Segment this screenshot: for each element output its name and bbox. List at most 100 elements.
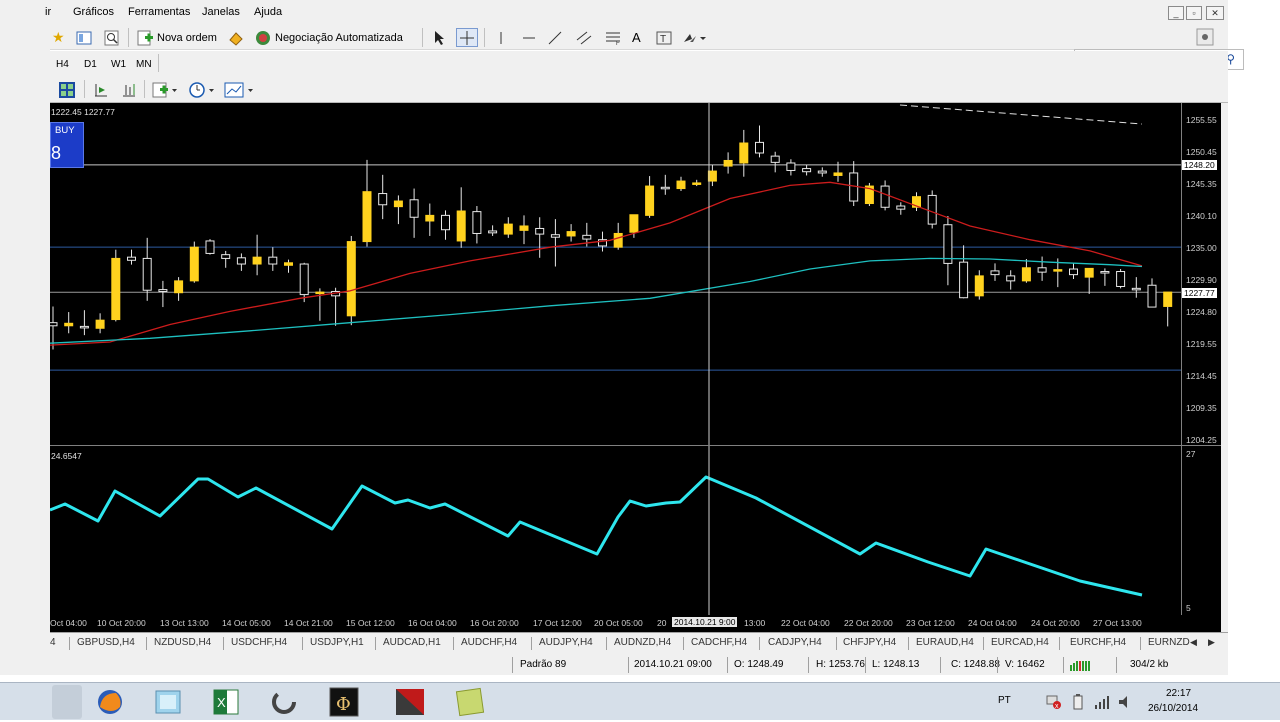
community-icon[interactable]: [1196, 27, 1214, 46]
status-profile[interactable]: Padrão 89: [520, 659, 566, 670]
candle-body: [488, 230, 498, 234]
close-button[interactable]: ✕: [1206, 6, 1224, 20]
tab-audjpy[interactable]: AUDJPY,H4: [539, 637, 593, 648]
candle-body: [770, 155, 780, 163]
templates-dropdown-icon[interactable]: [224, 80, 256, 99]
signal-icon[interactable]: [1094, 694, 1110, 710]
right-desktop-area: [1228, 0, 1280, 682]
candle-body: [315, 291, 325, 295]
candle-body: [1116, 271, 1126, 287]
cursor-tool-icon[interactable]: [432, 28, 446, 47]
autoscroll-icon[interactable]: [120, 80, 138, 99]
menu-item-window[interactable]: Janelas: [202, 6, 240, 18]
toolbar-separator: [128, 28, 129, 47]
tile-windows-icon[interactable]: [58, 80, 76, 99]
taskbar-edge-button[interactable]: [52, 685, 82, 719]
candle-body: [441, 214, 450, 231]
minimize-button[interactable]: _: [1168, 6, 1184, 20]
tab-usdchf[interactable]: USDCHF,H4: [231, 637, 287, 648]
clock-date[interactable]: 26/10/2014: [1148, 703, 1198, 714]
toolbar-separator: [422, 28, 423, 47]
time-label: 22 Oct 20:00: [844, 618, 893, 628]
status-low: L: 1248.13: [872, 659, 920, 670]
new-order-label: Nova ordem: [157, 31, 217, 44]
tab-scroll-left-icon[interactable]: ◀: [1190, 637, 1197, 648]
price-chart[interactable]: 1222.45 1227.77: [50, 103, 1181, 445]
price-axis[interactable]: 1255.55 1250.45 1248.20 1245.35 1240.10 …: [1181, 103, 1221, 445]
favorites-icon[interactable]: ★: [52, 28, 65, 47]
firefox-icon[interactable]: [82, 685, 138, 719]
tab-usdjpy[interactable]: USDJPY,H1: [310, 637, 364, 648]
right-scroll-edge: [1221, 103, 1228, 632]
language-indicator[interactable]: PT: [998, 695, 1011, 706]
candle-body: [378, 193, 388, 206]
equidistant-channel-icon[interactable]: [576, 28, 592, 47]
navigator-icon[interactable]: [76, 28, 92, 47]
meta-editor-icon[interactable]: [228, 28, 244, 47]
file-explorer-icon[interactable]: [140, 685, 196, 719]
auto-trading-button[interactable]: Negociação Automatizada: [255, 28, 403, 47]
timeframe-mn[interactable]: MN: [136, 55, 152, 74]
status-separator: [808, 657, 809, 673]
tab-eurnzd[interactable]: EURNZD: [1148, 637, 1190, 648]
candle-body: [707, 170, 717, 182]
timeframe-d1[interactable]: D1: [84, 55, 97, 74]
arrows-dropdown-icon[interactable]: [682, 28, 706, 47]
indicator-axis[interactable]: 27 5: [1181, 445, 1221, 615]
tab-eurchf[interactable]: EURCHF,H4: [1070, 637, 1126, 648]
new-order-button[interactable]: Nova ordem: [137, 28, 217, 47]
notes-app-icon[interactable]: [442, 685, 498, 719]
timeframe-w1[interactable]: W1: [111, 55, 126, 74]
candle-body: [64, 322, 74, 327]
network-alert-icon[interactable]: x: [1046, 694, 1062, 710]
one-click-buy-button[interactable]: BUY 8: [50, 122, 84, 168]
periods-dropdown-icon[interactable]: [188, 80, 216, 99]
price-label: 1245.35: [1186, 179, 1217, 189]
tab-eurcad[interactable]: EURCAD,H4: [991, 637, 1049, 648]
restore-button[interactable]: ▫: [1186, 6, 1202, 20]
status-separator: [628, 657, 629, 673]
menu-item-view[interactable]: ir: [45, 6, 51, 18]
tab-audnzd[interactable]: AUDNZD,H4: [614, 637, 671, 648]
menu-item-charts[interactable]: Gráficos: [73, 6, 114, 18]
tab-gbpusd[interactable]: GBPUSD,H4: [77, 637, 135, 648]
fibonacci-icon[interactable]: F: [604, 28, 622, 47]
tab-chfjpy[interactable]: CHFJPY,H4: [843, 637, 896, 648]
candle-body: [519, 225, 529, 231]
tab-scroll-right-icon[interactable]: ▶: [1208, 637, 1215, 648]
status-separator: [997, 657, 998, 673]
price-chart-canvas: [50, 103, 1181, 445]
volume-icon[interactable]: [1117, 694, 1133, 710]
tab-audcad[interactable]: AUDCAD,H1: [383, 637, 441, 648]
metatrader-icon[interactable]: Φ: [316, 685, 372, 719]
timeframe-h4[interactable]: H4: [56, 55, 69, 74]
crosshair-tool-icon[interactable]: [456, 28, 478, 47]
horizontal-line-icon[interactable]: [521, 28, 537, 47]
chart-shift-icon[interactable]: [92, 80, 110, 99]
indicators-dropdown-icon[interactable]: [152, 80, 178, 99]
trendline-icon[interactable]: [547, 28, 563, 47]
tab-cadchf[interactable]: CADCHF,H4: [691, 637, 747, 648]
tab-cadjpy[interactable]: CADJPY,H4: [768, 637, 822, 648]
tab-edge: 4: [50, 637, 56, 648]
tab-euraud[interactable]: EURAUD,H4: [916, 637, 974, 648]
vertical-line-icon[interactable]: [496, 28, 506, 47]
candle-body: [927, 194, 937, 225]
time-axis[interactable]: Oct 04:00 10 Oct 20:00 13 Oct 13:00 14 O…: [50, 615, 1221, 632]
text-label-icon[interactable]: T: [656, 28, 672, 47]
time-label: 13 Oct 13:00: [160, 618, 209, 628]
zoom-icon[interactable]: [104, 28, 120, 47]
menu-item-help[interactable]: Ajuda: [254, 6, 282, 18]
indicator-chart[interactable]: 24.6547: [50, 445, 1181, 615]
red-app-icon[interactable]: [382, 685, 438, 719]
current-price-tag: 1227.77: [1182, 288, 1217, 298]
left-window-frame: [0, 0, 50, 682]
loading-app-icon[interactable]: [256, 685, 312, 719]
battery-icon[interactable]: [1072, 694, 1084, 710]
text-tool-icon[interactable]: A: [632, 28, 641, 47]
excel-icon[interactable]: X: [198, 685, 254, 719]
tab-nzdusd[interactable]: NZDUSD,H4: [154, 637, 211, 648]
menu-item-tools[interactable]: Ferramentas: [128, 6, 190, 18]
clock-time[interactable]: 22:17: [1166, 688, 1191, 699]
tab-audchf[interactable]: AUDCHF,H4: [461, 637, 517, 648]
